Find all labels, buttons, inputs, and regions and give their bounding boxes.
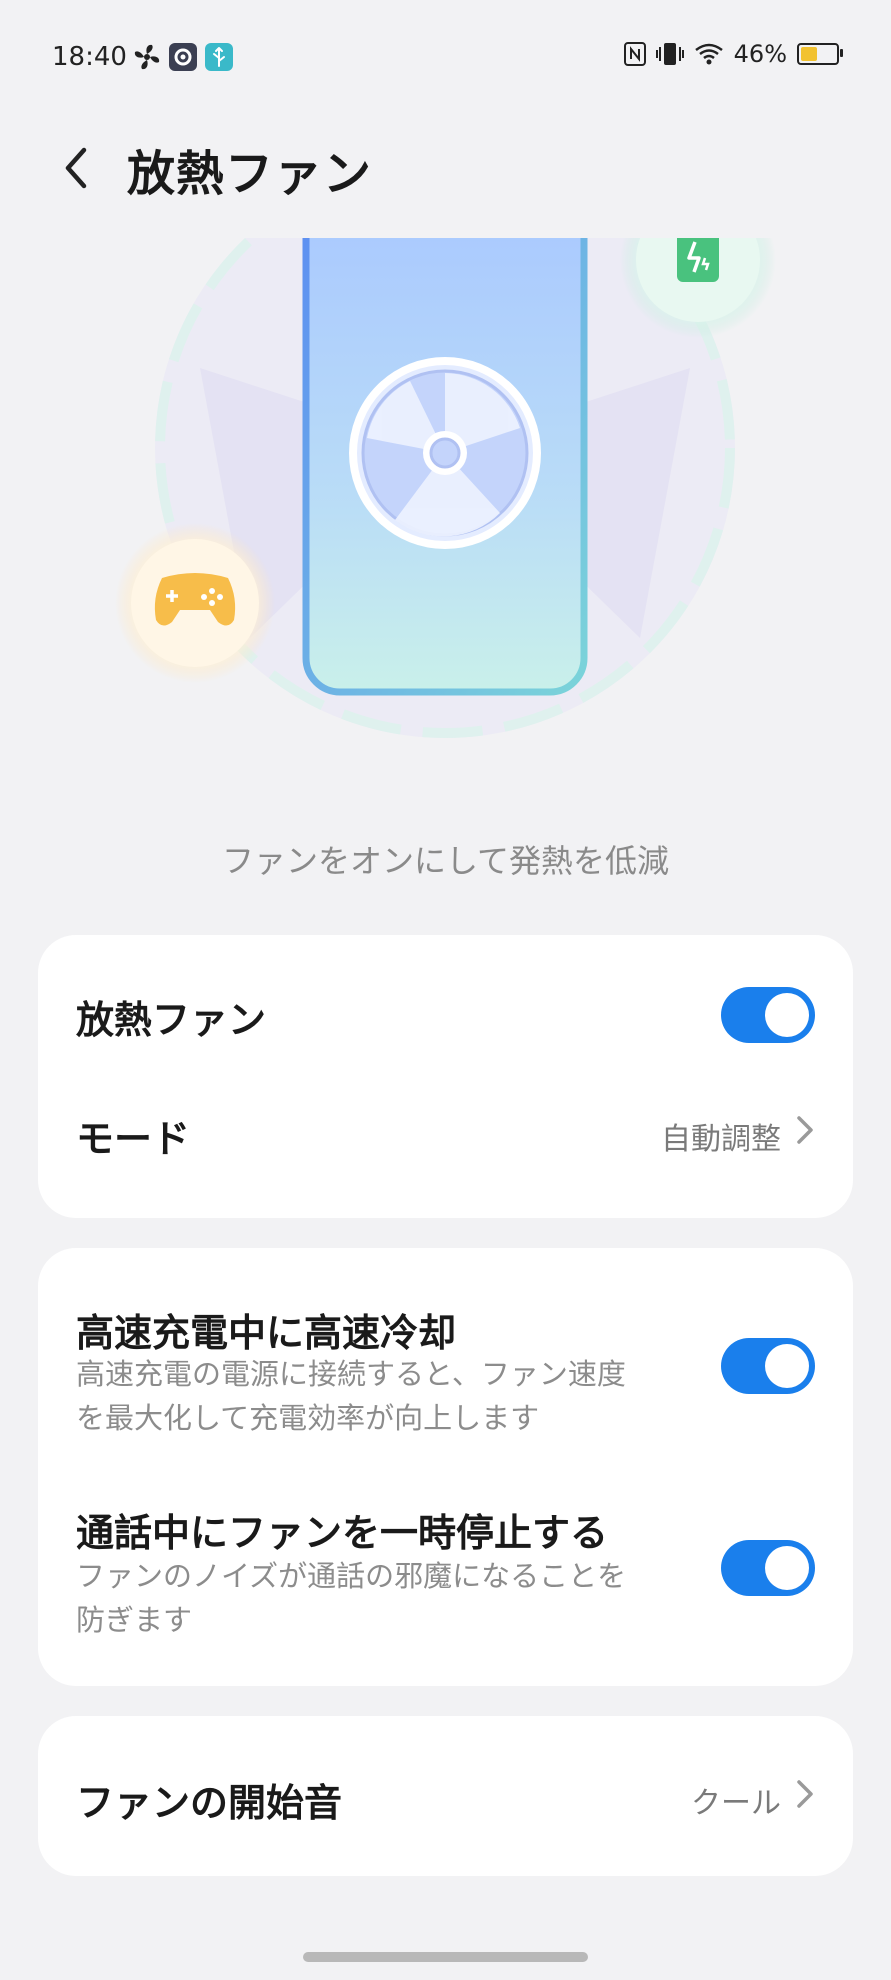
fan-label: 放熱ファン [76,998,267,1042]
card-fan-sound: ファンの開始音 クール [38,1716,853,1876]
charging-battery-icon [677,238,719,282]
toggle-knob [765,1344,809,1388]
status-time: 18:40 [52,42,127,72]
page-title: 放熱ファン [127,146,373,202]
fast-cool-row[interactable]: 高速充電中に高速冷却 高速充電の電源に接続すると、ファン速度を最大化して充電効率… [38,1248,853,1458]
toggle-knob [765,1546,809,1590]
fast-cool-toggle[interactable] [721,1338,815,1394]
status-bar: 18:40 46% [0,0,891,120]
mode-row[interactable]: モード 自動調整 [38,1080,853,1218]
back-button[interactable] [52,138,102,198]
fan-toggle-row[interactable]: 放熱ファン [38,935,853,1080]
pause-call-toggle[interactable] [721,1540,815,1596]
header: 放熱ファン [0,130,891,210]
usb-icon [205,43,233,71]
battery-percent: 46% [733,40,787,68]
home-indicator[interactable] [303,1952,588,1962]
battery-fill [801,47,817,61]
card-fan-options: 高速充電中に高速冷却 高速充電の電源に接続すると、ファン速度を最大化して充電効率… [38,1248,853,1686]
chevron-left-icon [65,147,87,189]
pause-call-title: 通話中にファンを一時停止する [76,1511,609,1555]
fast-cool-title: 高速充電中に高速冷却 [76,1311,457,1355]
pause-call-desc: ファンのノイズが通話の邪魔になることを防ぎます [76,1559,627,1637]
wifi-icon [694,43,723,65]
status-right: 46% [623,40,843,68]
chevron-right-icon [797,1116,813,1144]
nfc-icon [623,42,646,66]
pause-call-row[interactable]: 通話中にファンを一時停止する ファンのノイズが通話の邪魔になることを防ぎます [38,1458,853,1686]
gear-icon [169,43,197,71]
battery-icon [797,43,843,65]
hero-caption: ファンをオンにして発熱を低減 [221,842,670,880]
fast-cool-desc: 高速充電の電源に接続すると、ファン速度を最大化して充電効率が向上します [76,1357,626,1435]
fan-toggle[interactable] [721,987,815,1043]
mode-label: モード [76,1117,191,1161]
toggle-knob [765,993,809,1037]
hero-illustration [0,238,891,758]
fan-sound-value: クール [691,1786,781,1821]
fan-illustration [115,238,776,738]
mode-value: 自動調整 [661,1122,781,1157]
vibrate-icon [655,43,684,65]
chevron-right-icon [797,1780,813,1808]
card-fan-settings: 放熱ファン モード 自動調整 [38,935,853,1218]
fan-sound-label: ファンの開始音 [76,1781,343,1825]
fan-icon [134,44,160,70]
fan-sound-row[interactable]: ファンの開始音 クール [38,1716,853,1876]
